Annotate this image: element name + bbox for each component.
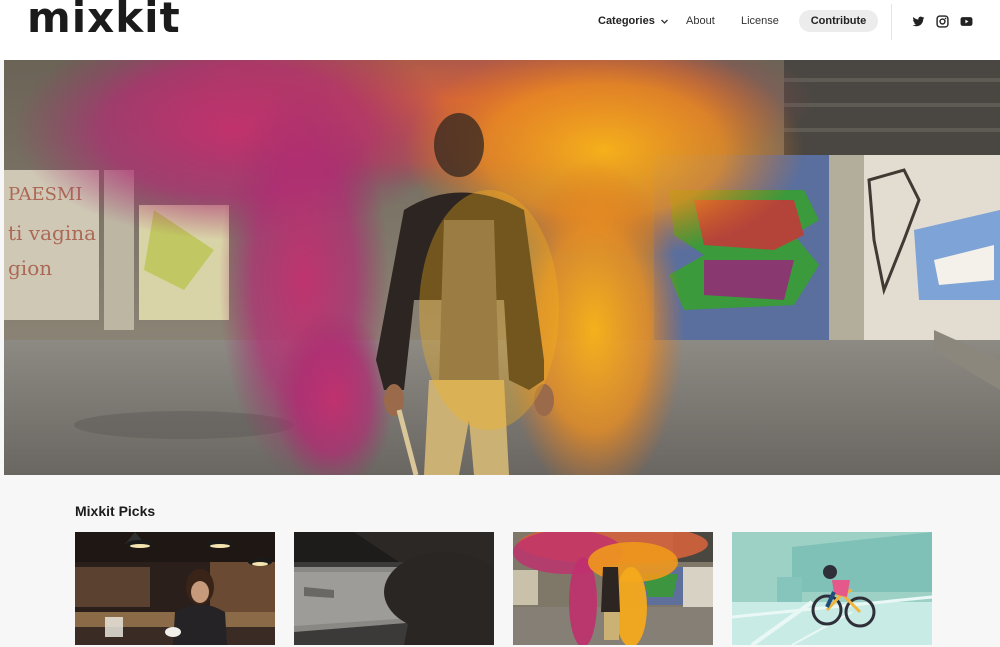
instagram-icon[interactable] [936,15,949,28]
contribute-button[interactable]: Contribute [799,10,878,32]
chevron-down-icon [660,17,669,26]
nav-categories-label: Categories [598,15,655,27]
pick-thumbnail[interactable] [75,532,275,645]
pick-thumbnail[interactable] [294,532,494,645]
svg-text:ti vagina: ti vagina [8,221,96,245]
svg-text:gion: gion [8,256,52,280]
pick-thumbnail[interactable] [732,532,932,645]
nav-divider [891,4,892,40]
picks-section-title: Mixkit Picks [75,503,156,519]
hero-video[interactable]: PAESMI ti vagina gion [4,60,1000,475]
page: mixkit Categories About License Contribu… [0,0,1000,647]
site-header: mixkit Categories About License Contribu… [0,0,1000,60]
nav-categories[interactable]: Categories [598,15,669,27]
twitter-icon[interactable] [912,15,925,28]
logo[interactable]: mixkit [27,0,181,42]
nav-license[interactable]: License [741,15,779,27]
nav-about[interactable]: About [686,15,715,27]
youtube-icon[interactable] [960,15,973,28]
pick-thumbnail[interactable] [513,532,713,645]
